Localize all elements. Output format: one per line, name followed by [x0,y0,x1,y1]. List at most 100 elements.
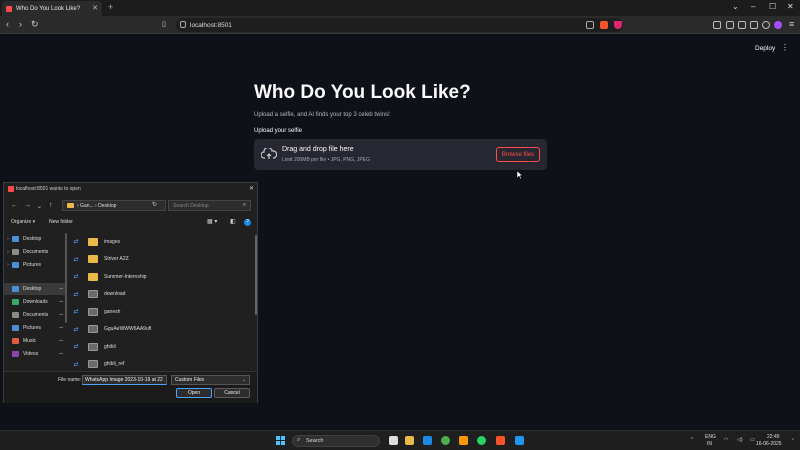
notifications-icon[interactable]: ◔ [791,437,794,443]
clock-time[interactable]: 22:45 [767,434,780,440]
share-icon[interactable] [586,21,594,29]
forward-icon[interactable]: › [19,19,22,29]
nav-item-desktop[interactable]: › Desktop [4,233,65,245]
taskbar-search-label: Search [306,438,324,444]
sidebar-icon[interactable] [726,21,734,29]
nav-item-desktop[interactable]: Desktop ⊸ [4,283,65,295]
nav-scrollbar[interactable] [65,233,67,323]
battery-icon[interactable]: ▭ [750,437,755,443]
file-dropzone[interactable]: Drag and drop file here Limit 200MB per … [254,139,547,170]
language-indicator-top[interactable]: ENG [705,434,716,440]
file-explorer-icon[interactable] [405,436,414,445]
file-list-item[interactable]: ⇄ ghibli [70,338,254,355]
deploy-button[interactable]: Deploy [755,45,775,52]
preview-pane-icon[interactable]: ◧ [230,218,236,225]
downloads-folder-icon [12,299,19,305]
vscode-icon[interactable] [515,436,524,445]
back-icon[interactable]: ‹ [6,19,9,29]
path-breadcrumb[interactable]: › Gan... › Desktop [62,200,166,211]
language-indicator-bottom[interactable]: IN [707,441,712,447]
pin-icon: ⊸ [58,299,63,305]
outlook-icon[interactable] [423,436,432,445]
file-list-item[interactable]: ⇄ Striver A2Z [70,251,254,268]
chrome-icon[interactable] [441,436,450,445]
leo-ai-icon[interactable] [774,21,782,29]
file-list-item[interactable]: ⇄ Summer-Internship [70,268,254,285]
whatsapp-icon[interactable] [477,436,486,445]
file-list-scrollbar[interactable] [255,235,257,315]
wallet-icon[interactable] [750,21,758,29]
cancel-button[interactable]: Cancel [214,388,250,398]
recent-locations-chevron-icon[interactable]: ⌄ [37,203,42,210]
dialog-up-icon[interactable]: ↑ [49,202,53,209]
bookmark-icon[interactable]: ▯ [162,20,166,28]
file-name: GguAeWWW6AA9ufI [104,326,152,332]
browse-files-button[interactable]: Browse files [496,147,540,162]
nav-item-documents[interactable]: Documents ⊸ [4,309,65,321]
brave-rewards-icon[interactable] [614,21,622,29]
new-tab-button[interactable]: + [108,2,113,12]
close-tab-icon[interactable]: ✕ [92,4,98,12]
filename-input[interactable]: WhatsApp Image 2023-10-19 at 22 [82,375,167,385]
file-list-item[interactable]: ⇄ GguAeWWW6AA9ufI [70,321,254,338]
wifi-icon[interactable]: ◠ [724,437,728,443]
nav-item-documents[interactable]: › Documents [4,246,65,258]
clock-date[interactable]: 16-06-2025 [756,441,782,447]
dialog-refresh-icon[interactable]: ↻ [152,201,157,208]
pin-icon: ⊸ [58,286,63,292]
dialog-forward-icon[interactable]: → [24,202,31,209]
close-window-icon[interactable]: ✕ [787,2,794,11]
browser-tab[interactable]: Who Do You Look Like? ✕ [2,1,102,16]
new-folder-button[interactable]: New folder [49,219,73,225]
main-menu-icon[interactable]: ⋮ [781,43,789,52]
file-type-filter[interactable]: Custom Files ⌄ [171,375,250,385]
extensions-icon[interactable] [738,21,746,29]
dialog-title: localhost:8501 wants to open [16,186,81,192]
dialog-search-input[interactable]: Search Desktop ⌕ [168,200,251,211]
menu-icon[interactable]: ≡ [789,19,794,29]
brave-shields-icon[interactable] [600,21,608,29]
dialog-close-icon[interactable]: ✕ [249,185,254,192]
pin-icon: ⊸ [58,312,63,318]
nav-item-music[interactable]: Music ⊸ [4,335,65,347]
page-subtitle: Upload a selfie, and AI finds your top 3… [254,112,390,118]
nav-item-videos[interactable]: Videos ⊸ [4,348,65,360]
image-file-icon [88,342,98,351]
tab-search-chevron-icon[interactable]: ⌄ [732,2,739,11]
site-info-icon[interactable] [180,21,186,28]
sync-status-icon: ⇄ [73,326,79,333]
streamlit-favicon-icon [6,5,12,12]
taskbar-search-box[interactable]: ⌕ Search [292,435,380,447]
nav-item-label: Music [23,338,37,344]
minimize-icon[interactable]: – [751,2,755,11]
nav-item-pictures[interactable]: › Pictures [4,259,65,271]
downloads-icon[interactable] [713,21,721,29]
reload-icon[interactable]: ↻ [31,19,39,30]
view-options-icon[interactable]: ▦ ▾ [207,218,217,225]
expand-chevron-icon[interactable]: › [4,236,12,242]
show-hidden-icons-chevron-icon[interactable]: ⌃ [690,437,694,443]
organize-button[interactable]: Organize ▾ [11,219,35,225]
vpn-icon[interactable] [762,21,770,29]
browser-toolbar: ‹ › ↻ ▯ localhost:8501 ≡ [0,16,800,34]
file-name: Striver A2Z [104,256,129,262]
file-list-item[interactable]: ⇄ ganesh [70,303,254,320]
address-bar[interactable]: localhost:8501 [176,18,623,32]
file-list-item[interactable]: ⇄ images [70,233,254,250]
desktop-folder-icon [12,286,19,292]
file-list-item[interactable]: ⇄ ghibli_ref [70,356,254,372]
nav-item-downloads[interactable]: Downloads ⊸ [4,296,65,308]
brave-taskbar-icon[interactable] [496,436,505,445]
ms-store-icon[interactable] [459,436,468,445]
dialog-back-icon[interactable]: ← [11,202,18,209]
file-list-item[interactable]: ⇄ download [70,286,254,303]
expand-chevron-icon[interactable]: › [4,262,12,268]
help-icon[interactable]: ? [244,219,251,226]
maximize-icon[interactable]: ☐ [769,2,776,11]
windows-start-icon[interactable] [276,436,285,445]
volume-icon[interactable]: ◁) [737,437,743,443]
nav-item-pictures[interactable]: Pictures ⊸ [4,322,65,334]
task-view-icon[interactable] [389,436,398,445]
open-button[interactable]: Open [176,388,212,398]
expand-chevron-icon[interactable]: › [4,249,12,255]
